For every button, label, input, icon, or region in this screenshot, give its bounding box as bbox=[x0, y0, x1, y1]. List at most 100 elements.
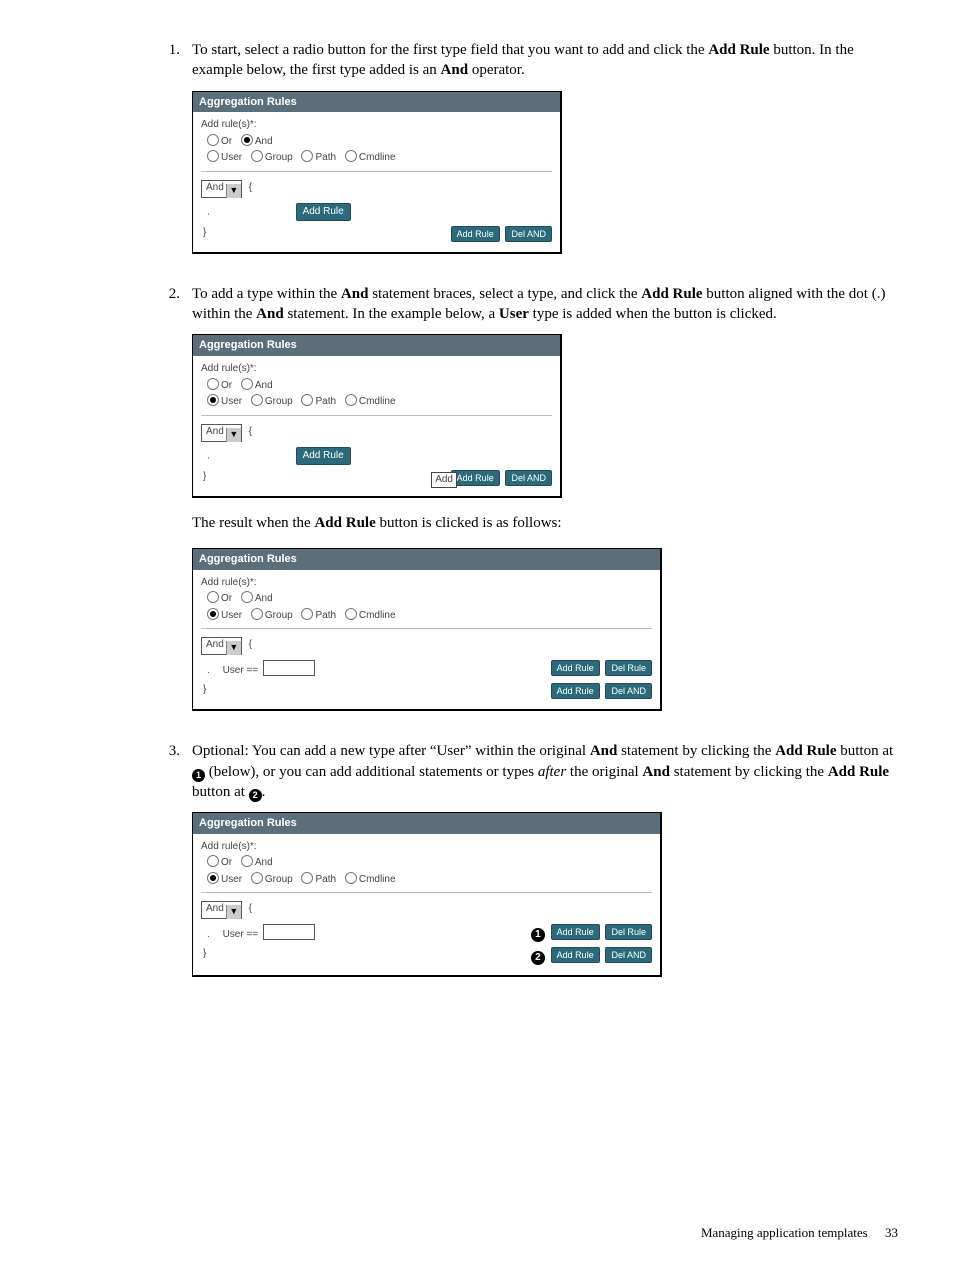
and-select[interactable]: And▼ bbox=[201, 424, 242, 442]
radio-group[interactable]: Group bbox=[251, 610, 293, 621]
open-brace: { bbox=[249, 639, 252, 650]
close-brace: } bbox=[203, 948, 206, 959]
add-rule-button-inner[interactable]: Add Rule bbox=[551, 660, 600, 676]
open-brace: { bbox=[249, 426, 252, 437]
add-rule-button-inner[interactable]: Add Rule bbox=[296, 447, 351, 465]
radio-user[interactable]: User bbox=[207, 610, 242, 621]
open-brace: { bbox=[249, 903, 252, 914]
radio-group[interactable]: Group bbox=[251, 396, 293, 407]
aggregation-rules-panel-1: Aggregation Rules Add rule(s)*: Or And U… bbox=[192, 91, 562, 254]
dot-marker: . bbox=[207, 450, 210, 461]
dot-marker: . bbox=[207, 665, 210, 676]
radio-row-operator: Or And bbox=[207, 134, 552, 149]
user-eq-label: User == bbox=[223, 929, 259, 940]
and-select[interactable]: And▼ bbox=[201, 901, 242, 919]
radio-row-operator: Or And bbox=[207, 855, 652, 870]
add-rules-label: Add rule(s)*: bbox=[201, 362, 552, 376]
footer-section: Managing application templates bbox=[701, 1225, 868, 1240]
aggregation-rules-panel-2: Aggregation Rules Add rule(s)*: Or And U… bbox=[192, 334, 562, 497]
radio-path[interactable]: Path bbox=[301, 610, 336, 621]
and-select[interactable]: And▼ bbox=[201, 180, 242, 198]
radio-cmdline[interactable]: Cmdline bbox=[345, 874, 396, 885]
rule-open-line: And▼ { bbox=[201, 180, 552, 198]
add-rule-button-inner[interactable]: Add Rule bbox=[551, 924, 600, 940]
radio-cmdline[interactable]: Cmdline bbox=[345, 152, 396, 163]
panel-title: Aggregation Rules bbox=[193, 813, 660, 834]
radio-row-operator: Or And bbox=[207, 591, 652, 606]
page-number: 33 bbox=[885, 1225, 898, 1240]
user-eq-label: User == bbox=[223, 665, 259, 676]
radio-or[interactable]: Or bbox=[207, 136, 232, 147]
add-rules-label: Add rule(s)*: bbox=[201, 118, 552, 132]
panel-title: Aggregation Rules bbox=[193, 335, 560, 356]
add-rule-button-inner[interactable]: Add Rule bbox=[296, 203, 351, 221]
rule-open-line: And▼ { bbox=[201, 424, 552, 442]
callout-2-inline: 2 bbox=[249, 789, 262, 802]
radio-row-type: User Group Path Cmdline bbox=[207, 872, 652, 887]
radio-row-operator: Or And bbox=[207, 378, 552, 393]
step-number: 2. bbox=[156, 284, 180, 304]
chevron-down-icon: ▼ bbox=[226, 428, 241, 442]
del-and-button[interactable]: Del AND bbox=[605, 947, 652, 963]
add-rules-label: Add rule(s)*: bbox=[201, 840, 652, 854]
aggregation-rules-panel-4: Aggregation Rules Add rule(s)*: Or And U… bbox=[192, 812, 662, 977]
aggregation-rules-panel-3: Aggregation Rules Add rule(s)*: Or And U… bbox=[192, 548, 662, 711]
add-tooltip: Add bbox=[431, 472, 457, 488]
rule-open-line: And▼ { bbox=[201, 637, 652, 655]
close-brace: } bbox=[203, 227, 206, 238]
callout-1-marker: 1 bbox=[531, 928, 545, 942]
add-rule-button-outer[interactable]: Add Rule bbox=[451, 470, 500, 486]
radio-path[interactable]: Path bbox=[301, 152, 336, 163]
dot-marker: . bbox=[207, 929, 210, 940]
radio-user[interactable]: User bbox=[207, 874, 242, 885]
and-select[interactable]: And▼ bbox=[201, 637, 242, 655]
add-rule-button-outer[interactable]: Add Rule bbox=[451, 226, 500, 242]
radio-cmdline[interactable]: Cmdline bbox=[345, 610, 396, 621]
panel-title: Aggregation Rules bbox=[193, 549, 660, 570]
del-and-button[interactable]: Del AND bbox=[505, 470, 552, 486]
radio-or[interactable]: Or bbox=[207, 380, 232, 391]
radio-user[interactable]: User bbox=[207, 152, 242, 163]
user-value-input[interactable] bbox=[263, 660, 315, 676]
open-brace: { bbox=[249, 182, 252, 193]
radio-and[interactable]: And bbox=[241, 593, 273, 604]
page-footer: Managing application templates 33 bbox=[701, 1225, 898, 1241]
dot-marker: . bbox=[207, 206, 210, 217]
radio-row-type: User Group Path Cmdline bbox=[207, 150, 552, 165]
radio-or[interactable]: Or bbox=[207, 593, 232, 604]
step2-result-text: The result when the Add Rule button is c… bbox=[192, 513, 898, 533]
del-rule-button[interactable]: Del Rule bbox=[605, 924, 652, 940]
add-rule-button-outer[interactable]: Add Rule bbox=[551, 683, 600, 699]
step3-text: Optional: You can add a new type after “… bbox=[192, 743, 893, 800]
radio-path[interactable]: Path bbox=[301, 874, 336, 885]
radio-row-type: User Group Path Cmdline bbox=[207, 608, 652, 623]
radio-group[interactable]: Group bbox=[251, 874, 293, 885]
chevron-down-icon: ▼ bbox=[226, 641, 241, 655]
step1-text: To start, select a radio button for the … bbox=[192, 42, 854, 78]
radio-path[interactable]: Path bbox=[301, 396, 336, 407]
radio-user[interactable]: User bbox=[207, 396, 242, 407]
user-value-input[interactable] bbox=[263, 924, 315, 940]
close-brace: } bbox=[203, 471, 206, 482]
close-brace: } bbox=[203, 684, 206, 695]
step-number: 3. bbox=[156, 741, 180, 761]
radio-and[interactable]: And bbox=[241, 857, 273, 868]
del-and-button[interactable]: Del AND bbox=[505, 226, 552, 242]
rule-open-line: And▼ { bbox=[201, 901, 652, 919]
add-rule-button-outer[interactable]: Add Rule bbox=[551, 947, 600, 963]
radio-and[interactable]: And bbox=[241, 136, 273, 147]
radio-row-type: User Group Path Cmdline bbox=[207, 394, 552, 409]
radio-and[interactable]: And bbox=[241, 380, 273, 391]
chevron-down-icon: ▼ bbox=[226, 184, 241, 198]
chevron-down-icon: ▼ bbox=[226, 905, 241, 919]
radio-cmdline[interactable]: Cmdline bbox=[345, 396, 396, 407]
del-rule-button[interactable]: Del Rule bbox=[605, 660, 652, 676]
radio-or[interactable]: Or bbox=[207, 857, 232, 868]
callout-1-inline: 1 bbox=[192, 769, 205, 782]
step2-text: To add a type within the And statement b… bbox=[192, 286, 885, 322]
panel-title: Aggregation Rules bbox=[193, 92, 560, 113]
radio-group[interactable]: Group bbox=[251, 152, 293, 163]
add-rules-label: Add rule(s)*: bbox=[201, 576, 652, 590]
del-and-button[interactable]: Del AND bbox=[605, 683, 652, 699]
callout-2-marker: 2 bbox=[531, 951, 545, 965]
